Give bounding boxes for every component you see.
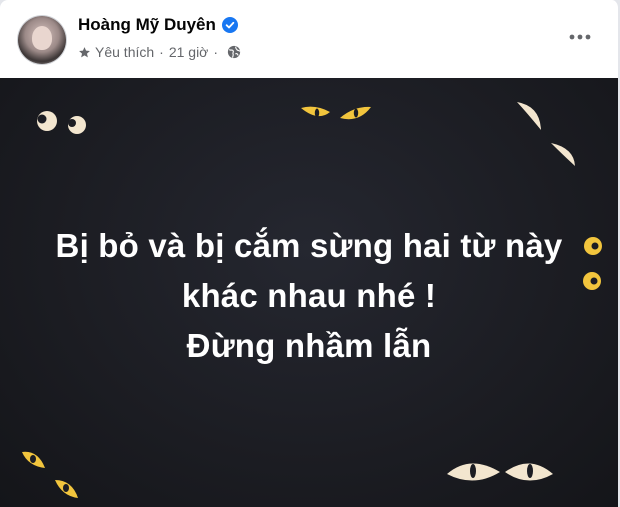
more-options-button[interactable] — [564, 24, 596, 50]
eye-pair-bottom-right — [447, 463, 553, 481]
caption-line-2: khác nhau nhé ! — [181, 277, 437, 314]
eye-pair-top-left — [37, 111, 86, 134]
star-icon — [79, 46, 90, 57]
author-avatar[interactable] — [18, 16, 66, 64]
meta-separator-2: · — [213, 44, 219, 60]
post-card: Hoàng Mỹ Duyên Yêu thích · 21 giờ · Bị b… — [0, 0, 620, 507]
globe-icon[interactable] — [227, 45, 241, 59]
relationship-label[interactable]: Yêu thích — [95, 44, 154, 60]
caption-line-1: Bị bỏ và bị cắm sừng hai từ này — [55, 227, 563, 264]
eye-pair-bottom-left — [22, 451, 78, 498]
caption-line-3: Đừng nhầm lẫn — [186, 327, 432, 364]
post-meta: Yêu thích · 21 giờ · — [78, 44, 241, 60]
post-header: Hoàng Mỹ Duyên Yêu thích · 21 giờ · — [0, 0, 618, 78]
post-image[interactable]: Bị bỏ và bị cắm sừng hai từ này khác nha… — [0, 78, 618, 507]
more-options-icon — [569, 34, 591, 40]
eye-pair-top-right — [517, 102, 575, 166]
verified-badge-icon — [221, 17, 238, 33]
post-timestamp[interactable]: 21 giờ — [169, 44, 209, 60]
author-name-row: Hoàng Mỹ Duyên — [78, 15, 238, 35]
image-caption: Bị bỏ và bị cắm sừng hai từ này khác nha… — [0, 221, 618, 371]
author-name[interactable]: Hoàng Mỹ Duyên — [78, 15, 216, 35]
meta-separator: · — [159, 44, 164, 60]
eye-pair-top-center — [301, 106, 371, 120]
